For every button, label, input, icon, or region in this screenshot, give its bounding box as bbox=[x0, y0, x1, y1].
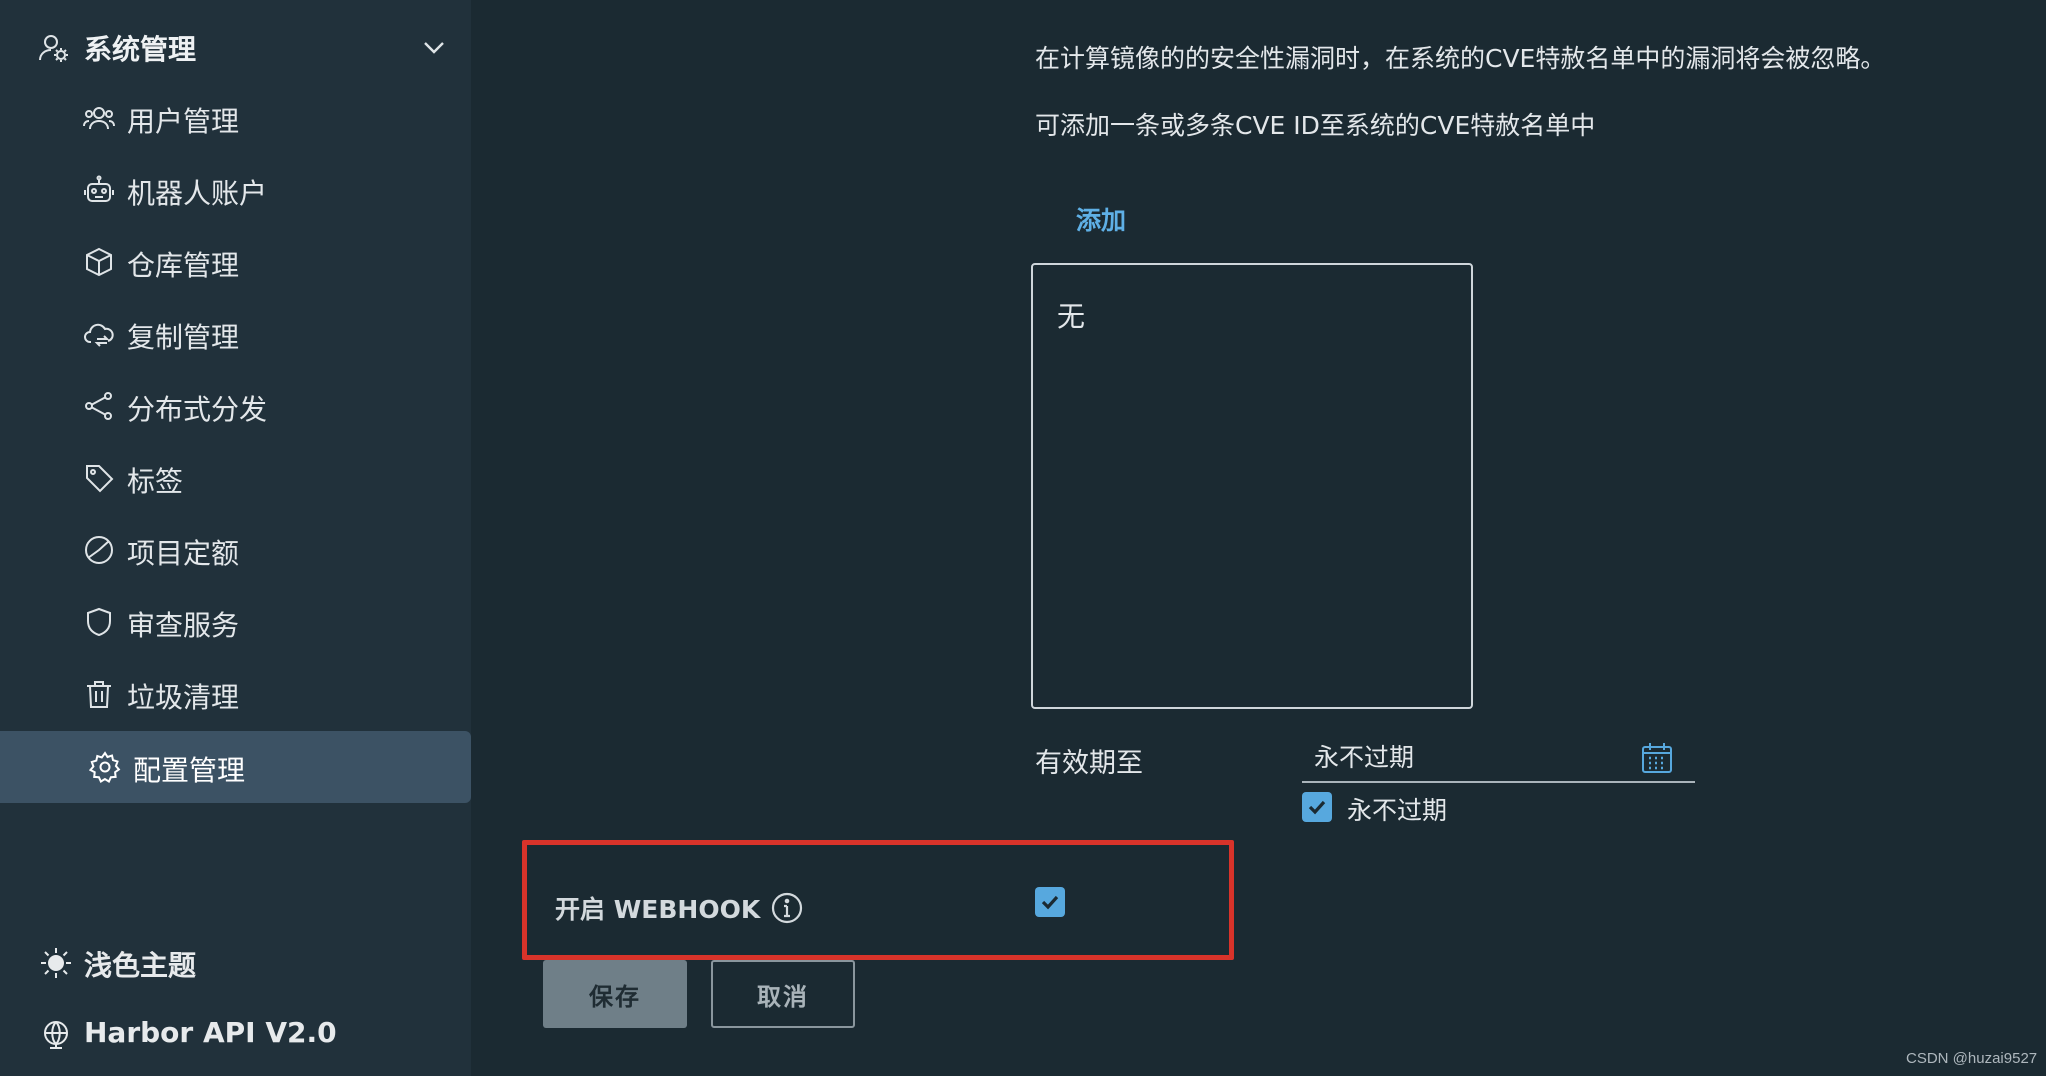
watermark: CSDN @huzai9527 bbox=[1906, 1050, 2038, 1067]
sidebar-item-configuration[interactable]: 配置管理 bbox=[0, 731, 471, 803]
sidebar-item-robot-accounts[interactable]: 机器人账户 bbox=[0, 154, 471, 226]
cve-allowlist-empty: 无 bbox=[1057, 300, 1086, 333]
cve-allowlist-box: 无 bbox=[1031, 263, 1473, 709]
sidebar-item-label: 审查服务 bbox=[127, 609, 240, 642]
expires-date-input[interactable] bbox=[1314, 739, 1614, 775]
robot-icon bbox=[83, 174, 115, 206]
cloud-sync-icon bbox=[83, 318, 115, 350]
theme-toggle[interactable]: 浅色主题 bbox=[0, 933, 471, 993]
info-icon[interactable] bbox=[770, 891, 804, 925]
sidebar-item-distributions[interactable]: 分布式分发 bbox=[0, 370, 471, 442]
api-link[interactable]: Harbor API V2.0 bbox=[0, 1005, 471, 1065]
cve-hint: 可添加一条或多条CVE ID至系统的CVE特赦名单中 bbox=[1035, 111, 1596, 140]
users-icon bbox=[83, 102, 115, 134]
sidebar: 系统管理 用户管理 机器人账户 仓库管理 复制管理 分布式分发 标签 项目定额 … bbox=[0, 0, 471, 1076]
sidebar-item-replications[interactable]: 复制管理 bbox=[0, 298, 471, 370]
sidebar-item-label: 复制管理 bbox=[127, 321, 240, 354]
expires-date-field bbox=[1302, 737, 1695, 783]
cve-description: 在计算镜像的的安全性漏洞时，在系统的CVE特赦名单中的漏洞将会被忽略。 bbox=[1035, 44, 1886, 73]
webhook-label: 开启 WEBHOOK bbox=[555, 895, 761, 924]
sidebar-item-label: 标签 bbox=[127, 465, 184, 498]
shield-icon bbox=[83, 606, 115, 638]
sidebar-item-label: 配置管理 bbox=[133, 754, 246, 787]
nav-group-system-admin[interactable]: 系统管理 bbox=[0, 14, 471, 78]
never-expires-label: 永不过期 bbox=[1347, 796, 1448, 825]
box-icon bbox=[83, 246, 115, 278]
nav-group-label: 系统管理 bbox=[84, 33, 197, 66]
calendar-icon[interactable] bbox=[1640, 741, 1674, 775]
save-button[interactable]: 保存 bbox=[543, 960, 687, 1028]
expires-label: 有效期至 bbox=[1035, 748, 1143, 779]
sidebar-item-users[interactable]: 用户管理 bbox=[0, 82, 471, 154]
sidebar-item-garbage-collection[interactable]: 垃圾清理 bbox=[0, 658, 471, 730]
add-cve-link[interactable]: 添加 bbox=[1076, 201, 1126, 237]
globe-icon bbox=[40, 1019, 72, 1051]
sidebar-item-label: 垃圾清理 bbox=[127, 681, 240, 714]
chevron-down-icon[interactable] bbox=[421, 34, 447, 60]
trash-icon bbox=[83, 678, 115, 710]
sidebar-item-label: 机器人账户 bbox=[127, 177, 268, 210]
never-expires-checkbox[interactable] bbox=[1302, 792, 1332, 822]
sidebar-item-project-quotas[interactable]: 项目定额 bbox=[0, 514, 471, 586]
sidebar-item-labels[interactable]: 标签 bbox=[0, 442, 471, 514]
tag-icon bbox=[83, 462, 115, 494]
cancel-button[interactable]: 取消 bbox=[711, 960, 855, 1028]
sidebar-item-label: 仓库管理 bbox=[127, 249, 240, 282]
api-link-label: Harbor API V2.0 bbox=[84, 1016, 337, 1049]
sidebar-item-label: 分布式分发 bbox=[127, 393, 268, 426]
sun-icon bbox=[40, 947, 72, 979]
sidebar-item-registries[interactable]: 仓库管理 bbox=[0, 226, 471, 298]
sidebar-item-label: 用户管理 bbox=[127, 105, 240, 138]
gear-icon bbox=[89, 751, 121, 783]
pie-chart-icon bbox=[83, 534, 115, 566]
sidebar-item-label: 项目定额 bbox=[127, 537, 240, 570]
theme-toggle-label: 浅色主题 bbox=[84, 949, 197, 982]
webhook-enabled-checkbox[interactable] bbox=[1035, 887, 1065, 917]
sidebar-item-interrogation-services[interactable]: 审查服务 bbox=[0, 586, 471, 658]
user-gear-icon bbox=[38, 32, 70, 64]
share-icon bbox=[83, 390, 115, 422]
